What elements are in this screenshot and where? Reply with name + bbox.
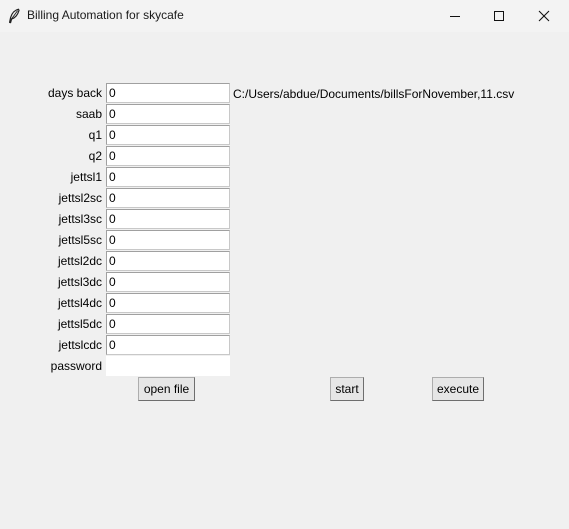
maximize-button[interactable] (477, 0, 521, 32)
saab-label: saab (75, 107, 102, 121)
q1-label: q1 (88, 128, 102, 142)
days-back-input[interactable] (106, 83, 230, 103)
jettsl1-label: jettsl1 (70, 170, 102, 184)
days-back-label: days back (47, 86, 102, 100)
saab-input[interactable] (106, 104, 230, 124)
minimize-icon (449, 10, 461, 22)
password-label: password (50, 359, 102, 373)
jettsl5dc-label: jettsl5dc (57, 317, 102, 331)
jettsl2sc-label: jettsl2sc (58, 191, 102, 205)
jettsl4dc-label: jettsl4dc (57, 296, 102, 310)
jettsl5dc-input[interactable] (106, 314, 230, 334)
close-icon (538, 10, 550, 22)
open-file-button[interactable]: open file (138, 377, 195, 401)
q2-input[interactable] (106, 146, 230, 166)
jettsl3dc-label: jettsl3dc (57, 275, 102, 289)
jettsl2dc-label: jettsl2dc (57, 254, 102, 268)
jettsl3sc-label: jettsl3sc (58, 212, 102, 226)
close-button[interactable] (522, 0, 566, 32)
jettsl5sc-label: jettsl5sc (58, 233, 102, 247)
jettsl3sc-input[interactable] (106, 209, 230, 229)
minimize-button[interactable] (433, 0, 477, 32)
execute-button[interactable]: execute (432, 377, 484, 401)
feather-icon (7, 8, 21, 24)
title-bar[interactable]: Billing Automation for skycafe (0, 0, 569, 32)
jettsl2dc-input[interactable] (106, 251, 230, 271)
window-title: Billing Automation for skycafe (27, 8, 184, 22)
jettsl2sc-input[interactable] (106, 188, 230, 208)
file-path-text: C:/Users/abdue/Documents/billsForNovembe… (233, 87, 515, 101)
q2-label: q2 (88, 149, 102, 163)
jettsl1-input[interactable] (106, 167, 230, 187)
maximize-icon (493, 10, 505, 22)
jettslcdc-label: jettslcdc (58, 338, 102, 352)
start-button[interactable]: start (330, 377, 364, 401)
q1-input[interactable] (106, 125, 230, 145)
jettsl4dc-input[interactable] (106, 293, 230, 313)
app-window: Billing Automation for skycafe days back… (0, 0, 569, 529)
password-input[interactable] (106, 356, 230, 376)
jettsl5sc-input[interactable] (106, 230, 230, 250)
jettsl3dc-input[interactable] (106, 272, 230, 292)
jettslcdc-input[interactable] (106, 335, 230, 355)
